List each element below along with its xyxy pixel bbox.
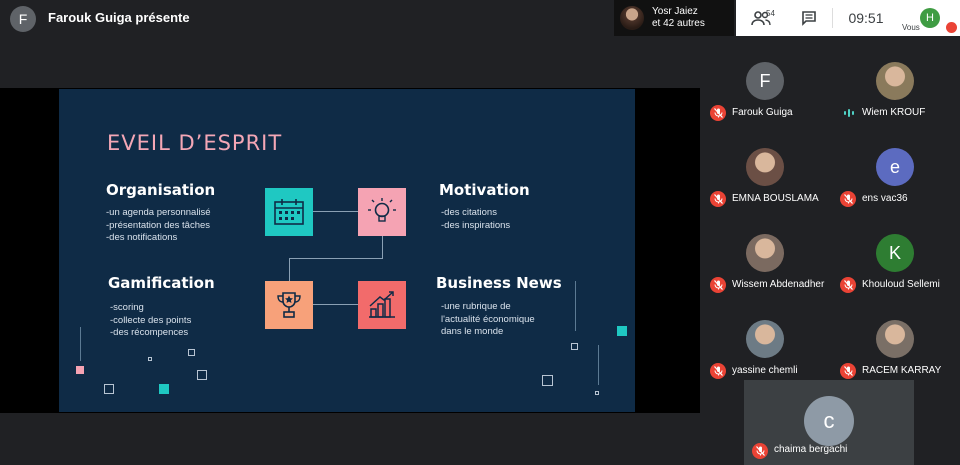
section-line: -des récompences [110, 327, 189, 338]
section-line: -des notifications [106, 232, 178, 243]
decoration-square [542, 375, 553, 386]
participant-name: Wiem KROUF [862, 107, 926, 118]
connector-line [313, 304, 359, 305]
connector-line [313, 211, 359, 212]
chip-name: Yosr Jaiez [652, 6, 698, 17]
decoration-square [159, 384, 169, 394]
participant-count: 54 [766, 9, 775, 18]
avatar: c [804, 396, 854, 446]
people-chip[interactable]: Yosr Jaiez et 42 autres [614, 0, 734, 36]
trophy-icon [265, 281, 313, 329]
avatar [876, 62, 914, 100]
participant-tile[interactable]: K Khouloud Sellemi [834, 228, 954, 308]
decoration-square [104, 384, 114, 394]
self-label: Vous [902, 23, 920, 32]
participant-name: ens vac36 [862, 193, 908, 204]
section-line: -des citations [441, 207, 497, 218]
section-line: dans le monde [441, 326, 504, 337]
mic-off-icon [710, 105, 726, 121]
section-line: -une rubrique de [441, 301, 511, 312]
participant-name: RACEM KARRAY [862, 365, 942, 376]
presenter-avatar: F [10, 6, 36, 32]
clock: 09:51 [848, 10, 884, 26]
avatar [876, 320, 914, 358]
connector-line [289, 258, 290, 281]
avatar: K [876, 234, 914, 272]
section-line: -un agenda personnalisé [106, 207, 211, 218]
decoration-square [571, 343, 578, 350]
connector-line [289, 258, 383, 259]
participant-name: yassine chemli [732, 365, 798, 376]
lightbulb-icon [358, 188, 406, 236]
decoration-square [188, 349, 195, 356]
growth-chart-icon [358, 281, 406, 329]
section-body-motivation: -des citations -des inspirations [441, 207, 510, 232]
mic-off-icon [710, 363, 726, 379]
connector-line [382, 235, 383, 259]
chat-icon [802, 11, 816, 26]
section-line: -présentation des tâches [106, 219, 211, 231]
participant-tile[interactable]: e ens vac36 [834, 142, 954, 222]
self-avatar[interactable]: H [920, 8, 940, 28]
top-bar: F Farouk Guiga présente Yosr Jaiez et 42… [0, 0, 960, 36]
slide-title: EVEIL D’ESPRIT [107, 131, 283, 155]
presenter-label: Farouk Guiga présente [48, 10, 190, 25]
section-title-organisation: Organisation [106, 181, 216, 199]
mic-off-icon [840, 363, 856, 379]
mic-off-icon [710, 277, 726, 293]
section-title-gamification: Gamification [108, 274, 215, 292]
mic-off-icon [840, 277, 856, 293]
audio-level-icon [842, 106, 856, 120]
participant-tile[interactable]: Wiem KROUF [834, 56, 954, 136]
section-line: l'actualité économique [441, 313, 535, 325]
decoration-square [148, 357, 152, 361]
participant-tile[interactable]: Wissem Abdenadher [704, 228, 824, 308]
decoration-line [80, 327, 81, 361]
mic-off-icon [710, 191, 726, 207]
participant-tile[interactable]: c chaima bergachi [744, 380, 914, 465]
section-line: -scoring [110, 302, 144, 313]
chip-others: et 42 autres [652, 18, 705, 29]
section-title-motivation: Motivation [439, 181, 530, 199]
participant-name: EMNA BOUSLAMA [732, 193, 819, 204]
participant-tile[interactable]: EMNA BOUSLAMA [704, 142, 824, 222]
avatar: F [746, 62, 784, 100]
people-button[interactable]: 54 [736, 0, 786, 36]
presentation-slide: EVEIL D’ESPRIT Organisation -un agenda p… [59, 89, 635, 412]
section-title-business-news: Business News [436, 274, 562, 292]
section-line: -des inspirations [441, 219, 511, 231]
self-mic-off-icon [946, 22, 957, 33]
section-body-organisation: -un agenda personnalisé -présentation de… [106, 207, 211, 245]
decoration-line [575, 281, 576, 331]
decoration-square [595, 391, 599, 395]
mic-off-icon [752, 443, 768, 459]
mic-off-icon [840, 191, 856, 207]
participant-name: chaima bergachi [774, 444, 848, 455]
participant-name: Wissem Abdenadher [732, 279, 825, 290]
participant-name: Khouloud Sellemi [862, 279, 940, 290]
section-line: -collecte des points [110, 314, 192, 326]
participant-tile[interactable]: F Farouk Guiga [704, 56, 824, 136]
avatar [746, 148, 784, 186]
avatar [620, 6, 644, 30]
section-body-business-news: -une rubrique de l'actualité économique … [441, 301, 535, 339]
avatar [746, 234, 784, 272]
chat-button[interactable] [786, 0, 832, 36]
decoration-square [197, 370, 207, 380]
participant-name: Farouk Guiga [732, 107, 793, 118]
section-body-gamification: -scoring -collecte des points -des récom… [110, 302, 191, 340]
avatar [746, 320, 784, 358]
decoration-square [617, 326, 627, 336]
decoration-square [76, 366, 84, 374]
decoration-line [598, 345, 599, 385]
avatar: e [876, 148, 914, 186]
calendar-icon [265, 188, 313, 236]
